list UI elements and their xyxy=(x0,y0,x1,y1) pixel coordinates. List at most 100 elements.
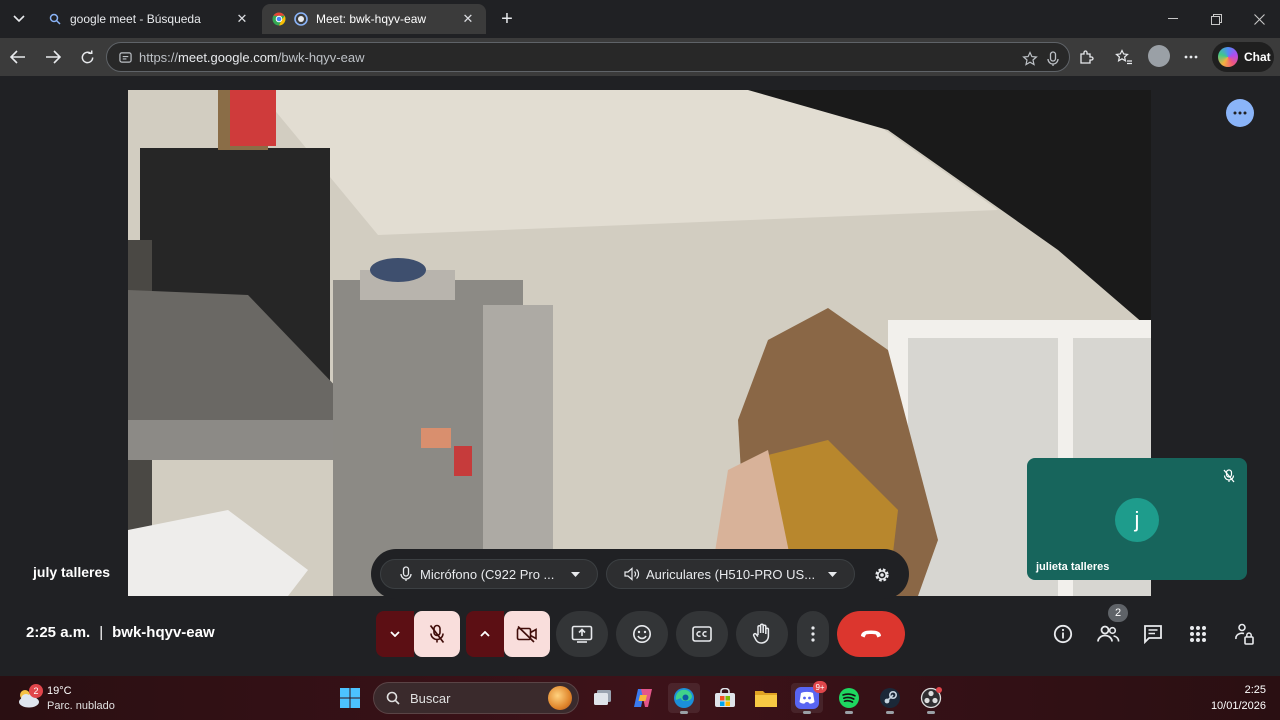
separator: | xyxy=(99,624,104,641)
chat-label: Chat xyxy=(1244,50,1271,64)
more-options-icon[interactable] xyxy=(1180,46,1202,68)
activities-button[interactable] xyxy=(1186,622,1210,646)
active-indicator xyxy=(803,711,811,714)
closed-captions-icon xyxy=(692,626,712,642)
close-window-button[interactable] xyxy=(1244,8,1274,30)
captions-button[interactable] xyxy=(676,611,728,657)
microphone-icon[interactable] xyxy=(1044,50,1062,68)
address-bar[interactable]: https://meet.google.com/bwk-hqyv-eaw xyxy=(106,42,1070,72)
store-icon xyxy=(715,688,735,707)
present-icon xyxy=(571,625,593,643)
self-participant-name: julieta talleres xyxy=(1036,561,1110,573)
discord-app[interactable]: 9+ xyxy=(791,681,827,714)
reactions-button[interactable] xyxy=(616,611,668,657)
store-app[interactable] xyxy=(709,683,741,713)
active-indicator xyxy=(927,711,935,714)
url-path: /bwk-hqyv-eaw xyxy=(277,49,365,65)
host-controls-button[interactable] xyxy=(1232,622,1256,646)
browser-tab-meet[interactable]: Meet: bwk-hqyv-eaw ✕ xyxy=(262,4,486,34)
weather-badge: 2 xyxy=(29,684,43,698)
chevron-down-icon xyxy=(13,15,25,23)
meeting-code: bwk-hqyv-eaw xyxy=(112,624,215,641)
main-participant-name: july talleres xyxy=(33,564,111,580)
chat-button[interactable] xyxy=(1141,622,1165,646)
obs-icon xyxy=(920,687,942,709)
speaker-select[interactable]: Auriculares (H510-PRO US... xyxy=(606,559,855,589)
forward-button[interactable] xyxy=(40,44,66,70)
browser-toolbar: https://meet.google.com/bwk-hqyv-eaw Cha… xyxy=(0,38,1280,76)
taskbar-search[interactable]: Buscar xyxy=(373,682,579,714)
present-screen-button[interactable] xyxy=(556,611,608,657)
more-horizontal-icon xyxy=(1233,111,1247,115)
minimize-button[interactable] xyxy=(1158,8,1188,30)
url-host: meet.google.com xyxy=(178,49,278,65)
meeting-info-button[interactable] xyxy=(1051,622,1075,646)
system-clock[interactable]: 2:25 10/01/2026 xyxy=(1211,682,1266,714)
video-options-button[interactable] xyxy=(466,611,504,657)
weather-condition: Parc. nublado xyxy=(47,700,115,712)
audio-options-button[interactable] xyxy=(376,611,414,657)
apps-grid-icon xyxy=(1190,626,1206,642)
profile-avatar[interactable] xyxy=(1148,45,1170,67)
system-date: 10/01/2026 xyxy=(1210,700,1266,712)
search-icon xyxy=(48,12,62,26)
star-icon[interactable] xyxy=(1021,50,1039,68)
site-info-icon[interactable] xyxy=(117,49,133,65)
meet-stage: july talleres j julieta talleres Micrófo… xyxy=(0,76,1280,676)
reload-button[interactable] xyxy=(74,44,100,70)
people-button[interactable] xyxy=(1096,622,1120,646)
tab-search-menu-button[interactable] xyxy=(8,9,30,29)
toggle-microphone-button[interactable] xyxy=(414,611,460,657)
raise-hand-button[interactable] xyxy=(736,611,788,657)
gear-icon xyxy=(875,568,889,582)
speaker-label: Auriculares (H510-PRO US... xyxy=(646,566,816,582)
hang-up-icon xyxy=(861,630,881,638)
copilot-app[interactable] xyxy=(627,683,659,713)
chat-icon xyxy=(1144,625,1162,644)
restore-button[interactable] xyxy=(1201,8,1231,30)
chrome-icon xyxy=(272,12,286,26)
obs-app[interactable] xyxy=(915,683,947,714)
chevron-down-icon xyxy=(390,631,400,637)
microphone-label: Micrófono (C922 Pro ... xyxy=(420,566,555,582)
search-icon xyxy=(384,689,402,707)
mic-off-icon xyxy=(429,624,445,644)
close-tab-icon[interactable]: ✕ xyxy=(460,11,476,27)
browser-tab-strip: google meet - Búsqueda ✕ Meet: bwk-hqyv-… xyxy=(0,0,1280,38)
more-actions-button[interactable] xyxy=(797,611,829,657)
more-options-button[interactable] xyxy=(1226,99,1254,127)
copilot-chat-button[interactable]: Chat xyxy=(1212,42,1274,72)
start-button[interactable] xyxy=(334,683,366,713)
toggle-camera-button[interactable] xyxy=(504,611,550,657)
new-tab-button[interactable]: + xyxy=(496,8,518,30)
chevron-up-icon xyxy=(480,631,490,637)
settings-button[interactable] xyxy=(870,563,894,587)
leave-call-button[interactable] xyxy=(837,611,905,657)
favorites-icon[interactable] xyxy=(1113,46,1135,68)
video-frame xyxy=(128,90,1151,596)
edge-app[interactable] xyxy=(668,683,700,714)
browser-tab-search[interactable]: google meet - Búsqueda ✕ xyxy=(38,4,260,34)
caret-down-icon xyxy=(824,571,840,577)
close-icon xyxy=(1253,13,1265,25)
close-tab-icon[interactable]: ✕ xyxy=(234,11,250,27)
spotify-app[interactable] xyxy=(833,683,865,714)
avatar: j xyxy=(1115,498,1159,542)
weather-widget[interactable]: 2 19°C Parc. nublado xyxy=(16,683,136,713)
steam-app[interactable] xyxy=(874,683,906,714)
extensions-icon[interactable] xyxy=(1075,46,1097,68)
people-icon xyxy=(1097,625,1120,642)
microphone-control xyxy=(376,611,460,657)
steam-icon xyxy=(880,688,900,708)
self-view-tile[interactable]: j julieta talleres xyxy=(1027,458,1247,580)
spotify-icon xyxy=(839,688,859,708)
windows-logo-icon xyxy=(340,688,360,708)
search-placeholder: Buscar xyxy=(410,690,451,706)
back-button[interactable] xyxy=(5,44,31,70)
microphone-select[interactable]: Micrófono (C922 Pro ... xyxy=(380,559,598,589)
reload-icon xyxy=(81,49,93,63)
file-explorer-app[interactable] xyxy=(750,683,782,713)
task-view-button[interactable] xyxy=(587,683,619,713)
active-indicator xyxy=(845,711,853,714)
meet-icon xyxy=(294,12,308,26)
